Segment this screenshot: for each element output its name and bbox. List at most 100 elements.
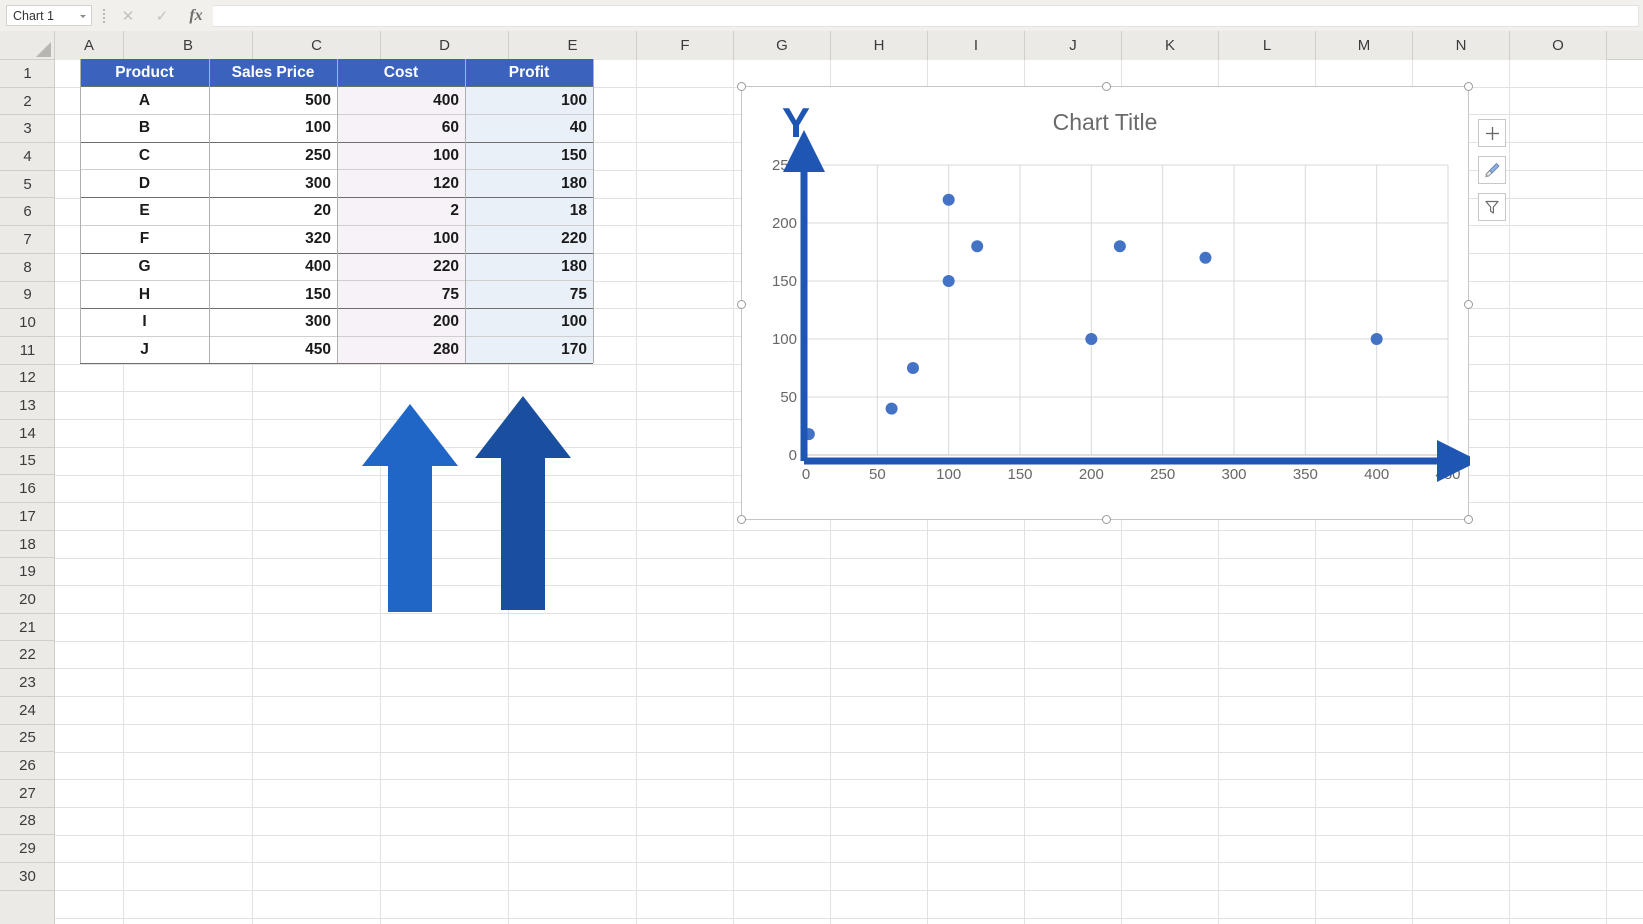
formula-input[interactable]: [213, 4, 1639, 27]
row-header-28[interactable]: 28: [0, 808, 55, 836]
column-header-N[interactable]: N: [1413, 31, 1510, 60]
cell-product[interactable]: G: [80, 252, 209, 281]
chart-filters-button[interactable]: [1478, 193, 1506, 221]
function-icon[interactable]: fx: [179, 3, 213, 29]
cell-sales-price[interactable]: 500: [209, 86, 337, 115]
column-header-F[interactable]: F: [637, 31, 734, 60]
cell-cost[interactable]: 400: [337, 86, 465, 115]
cell-product[interactable]: C: [80, 141, 209, 170]
row-header-8[interactable]: 8: [0, 254, 55, 282]
cell-product[interactable]: I: [80, 307, 209, 336]
row-header-2[interactable]: 2: [0, 88, 55, 116]
cell-cost[interactable]: 220: [337, 252, 465, 281]
row-header-20[interactable]: 20: [0, 586, 55, 614]
row-header-11[interactable]: 11: [0, 337, 55, 365]
cell-cost[interactable]: 200: [337, 307, 465, 336]
cell-profit[interactable]: 75: [465, 280, 593, 308]
data-point[interactable]: [1113, 240, 1126, 253]
row-header-23[interactable]: 23: [0, 669, 55, 697]
data-point[interactable]: [1370, 333, 1383, 345]
row-header-3[interactable]: 3: [0, 115, 55, 144]
column-header-G[interactable]: G: [734, 31, 831, 60]
plot-area[interactable]: [806, 165, 1448, 455]
row-header-4[interactable]: 4: [0, 143, 55, 171]
row-header-10[interactable]: 10: [0, 309, 55, 337]
cell-sales-price[interactable]: 250: [209, 141, 337, 170]
select-all-corner[interactable]: [0, 31, 55, 60]
column-header-B[interactable]: B: [124, 31, 253, 60]
data-point[interactable]: [942, 193, 955, 206]
column-header-E[interactable]: E: [509, 31, 637, 60]
cell-profit[interactable]: 180: [465, 252, 593, 281]
row-header-9[interactable]: 9: [0, 282, 55, 310]
row-header-1[interactable]: 1: [0, 60, 55, 88]
cell-profit[interactable]: 170: [465, 335, 593, 364]
cell-profit[interactable]: 18: [465, 197, 593, 225]
table-header-cost[interactable]: Cost: [337, 58, 465, 87]
cell-sales-price[interactable]: 400: [209, 252, 337, 281]
cell-profit[interactable]: 100: [465, 86, 593, 115]
scatter-plot[interactable]: 0 50 100 150 200 250 0 50 100 150 200 250 300 350 400 4…: [742, 87, 1470, 521]
column-header-K[interactable]: K: [1122, 31, 1219, 60]
cell-sales-price[interactable]: 300: [209, 307, 337, 336]
cell-cost[interactable]: 100: [337, 224, 465, 253]
column-header-A[interactable]: A: [55, 31, 124, 60]
row-header-22[interactable]: 22: [0, 641, 55, 670]
cell-product[interactable]: A: [80, 86, 209, 115]
row-header-30[interactable]: 30: [0, 863, 55, 891]
column-header-O[interactable]: O: [1510, 31, 1607, 60]
row-header-29[interactable]: 29: [0, 835, 55, 863]
table-header-profit[interactable]: Profit: [465, 58, 593, 87]
chevron-down-icon[interactable]: [80, 15, 86, 18]
cell-product[interactable]: D: [80, 169, 209, 198]
table-header-product[interactable]: Product: [80, 58, 209, 87]
column-header-D[interactable]: D: [381, 31, 509, 60]
row-header-13[interactable]: 13: [0, 392, 55, 420]
cell-sales-price[interactable]: 300: [209, 169, 337, 198]
chart-elements-button[interactable]: [1478, 119, 1506, 147]
row-header-12[interactable]: 12: [0, 365, 55, 393]
data-point[interactable]: [885, 402, 898, 415]
row-header-5[interactable]: 5: [0, 171, 55, 199]
row-header-7[interactable]: 7: [0, 226, 55, 254]
cell-profit[interactable]: 150: [465, 141, 593, 170]
cell-cost[interactable]: 75: [337, 280, 465, 308]
chart-styles-button[interactable]: [1478, 156, 1506, 184]
row-header-26[interactable]: 26: [0, 752, 55, 780]
row-header-27[interactable]: 27: [0, 780, 55, 808]
column-header-H[interactable]: H: [831, 31, 928, 60]
row-header-21[interactable]: 21: [0, 614, 55, 642]
row-header-18[interactable]: 18: [0, 531, 55, 559]
data-point[interactable]: [971, 240, 984, 253]
cell-product[interactable]: B: [80, 114, 209, 142]
confirm-icon[interactable]: ✓: [145, 3, 179, 29]
row-header-16[interactable]: 16: [0, 475, 55, 503]
cell-product[interactable]: J: [80, 335, 209, 364]
column-header-J[interactable]: J: [1025, 31, 1122, 60]
row-header-6[interactable]: 6: [0, 198, 55, 227]
row-header-24[interactable]: 24: [0, 697, 55, 725]
cell-sales-price[interactable]: 100: [209, 114, 337, 142]
row-header-14[interactable]: 14: [0, 420, 55, 448]
column-header-M[interactable]: M: [1316, 31, 1413, 60]
data-point[interactable]: [1199, 251, 1212, 264]
cell-cost[interactable]: 2: [337, 197, 465, 225]
cell-sales-price[interactable]: 320: [209, 224, 337, 253]
cell-sales-price[interactable]: 20: [209, 197, 337, 225]
row-header-19[interactable]: 19: [0, 558, 55, 587]
row-header-15[interactable]: 15: [0, 448, 55, 476]
cancel-icon[interactable]: ✕: [111, 3, 145, 29]
cell-cost[interactable]: 120: [337, 169, 465, 198]
cell-sales-price[interactable]: 450: [209, 335, 337, 364]
cell-product[interactable]: F: [80, 224, 209, 253]
name-box[interactable]: Chart 1: [6, 5, 92, 26]
cell-profit[interactable]: 100: [465, 307, 593, 336]
data-point[interactable]: [1085, 333, 1098, 345]
column-header-L[interactable]: L: [1219, 31, 1316, 60]
formula-bar-grip[interactable]: [97, 5, 111, 27]
cell-profit[interactable]: 180: [465, 169, 593, 198]
table-header-sales-price[interactable]: Sales Price: [209, 58, 337, 87]
data-point[interactable]: [907, 362, 919, 374]
cell-product[interactable]: H: [80, 280, 209, 308]
cell-profit[interactable]: 40: [465, 114, 593, 142]
